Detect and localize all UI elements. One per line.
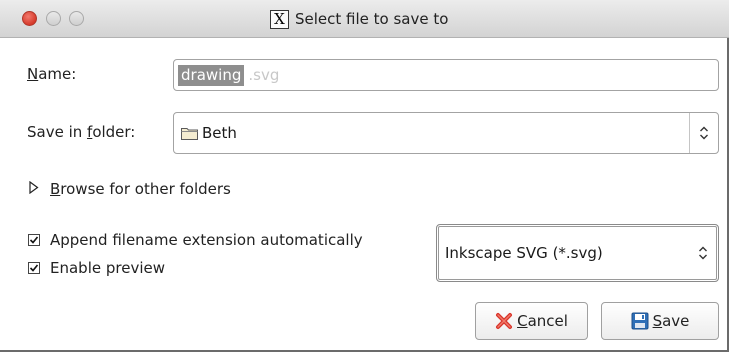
save-label: Save	[653, 312, 690, 330]
filename-extension-text: .svg	[248, 66, 280, 84]
save-mnemonic: S	[652, 312, 663, 330]
filename-input[interactable]: drawing .svg	[173, 59, 719, 91]
x-window-icon: X	[270, 9, 289, 29]
maximize-window-button[interactable]	[69, 11, 84, 26]
folder-value: Beth	[202, 124, 237, 142]
expander-triangle-icon	[29, 180, 39, 198]
save-file-dialog: X Select file to save to Name: drawing .s…	[0, 0, 729, 352]
minimize-window-button[interactable]	[46, 11, 61, 26]
floppy-disk-icon	[631, 312, 649, 330]
save-in-label-after: older:	[92, 123, 136, 141]
save-text: ave	[662, 312, 690, 330]
cancel-button[interactable]: Cancel	[475, 302, 588, 340]
save-in-folder-label: Save in folder:	[27, 123, 135, 141]
cancel-mnemonic: C	[517, 312, 528, 330]
window-title-group: X Select file to save to	[270, 8, 448, 30]
save-button[interactable]: Save	[601, 302, 719, 340]
browse-mnemonic: B	[50, 180, 61, 198]
name-label-mnemonic: N	[27, 65, 39, 83]
append-extension-label: Append filename extension automatically	[50, 231, 363, 249]
file-type-value: Inkscape SVG (*.svg)	[445, 244, 603, 262]
save-in-folder-combo[interactable]: Beth	[173, 112, 719, 154]
browse-folders-expander[interactable]: Browse for other folders	[29, 180, 231, 198]
chevron-up-down-icon[interactable]	[689, 113, 718, 153]
enable-preview-checkbox[interactable]: Enable preview	[28, 259, 165, 277]
browse-text: rowse for other folders	[60, 180, 231, 198]
filename-selected-text: drawing	[178, 64, 245, 86]
folder-icon	[181, 127, 198, 140]
checkbox-checked-icon	[28, 262, 40, 274]
name-label-text: ame:	[38, 65, 77, 83]
cancel-x-icon	[495, 312, 513, 330]
enable-preview-label: Enable preview	[50, 259, 165, 277]
append-extension-checkbox[interactable]: Append filename extension automatically	[28, 231, 363, 249]
title-bar[interactable]: X Select file to save to	[0, 0, 729, 38]
file-type-combo[interactable]: Inkscape SVG (*.svg)	[436, 224, 719, 282]
name-label: Name:	[27, 65, 76, 83]
save-in-label-before: Save in	[27, 123, 88, 141]
cancel-label: Cancel	[517, 312, 568, 330]
browse-label: Browse for other folders	[50, 180, 231, 198]
close-window-button[interactable]	[22, 11, 37, 26]
window-title: Select file to save to	[295, 10, 449, 28]
checkbox-checked-icon	[28, 234, 40, 246]
chevron-up-down-icon[interactable]	[688, 225, 718, 281]
cancel-text: ancel	[527, 312, 568, 330]
